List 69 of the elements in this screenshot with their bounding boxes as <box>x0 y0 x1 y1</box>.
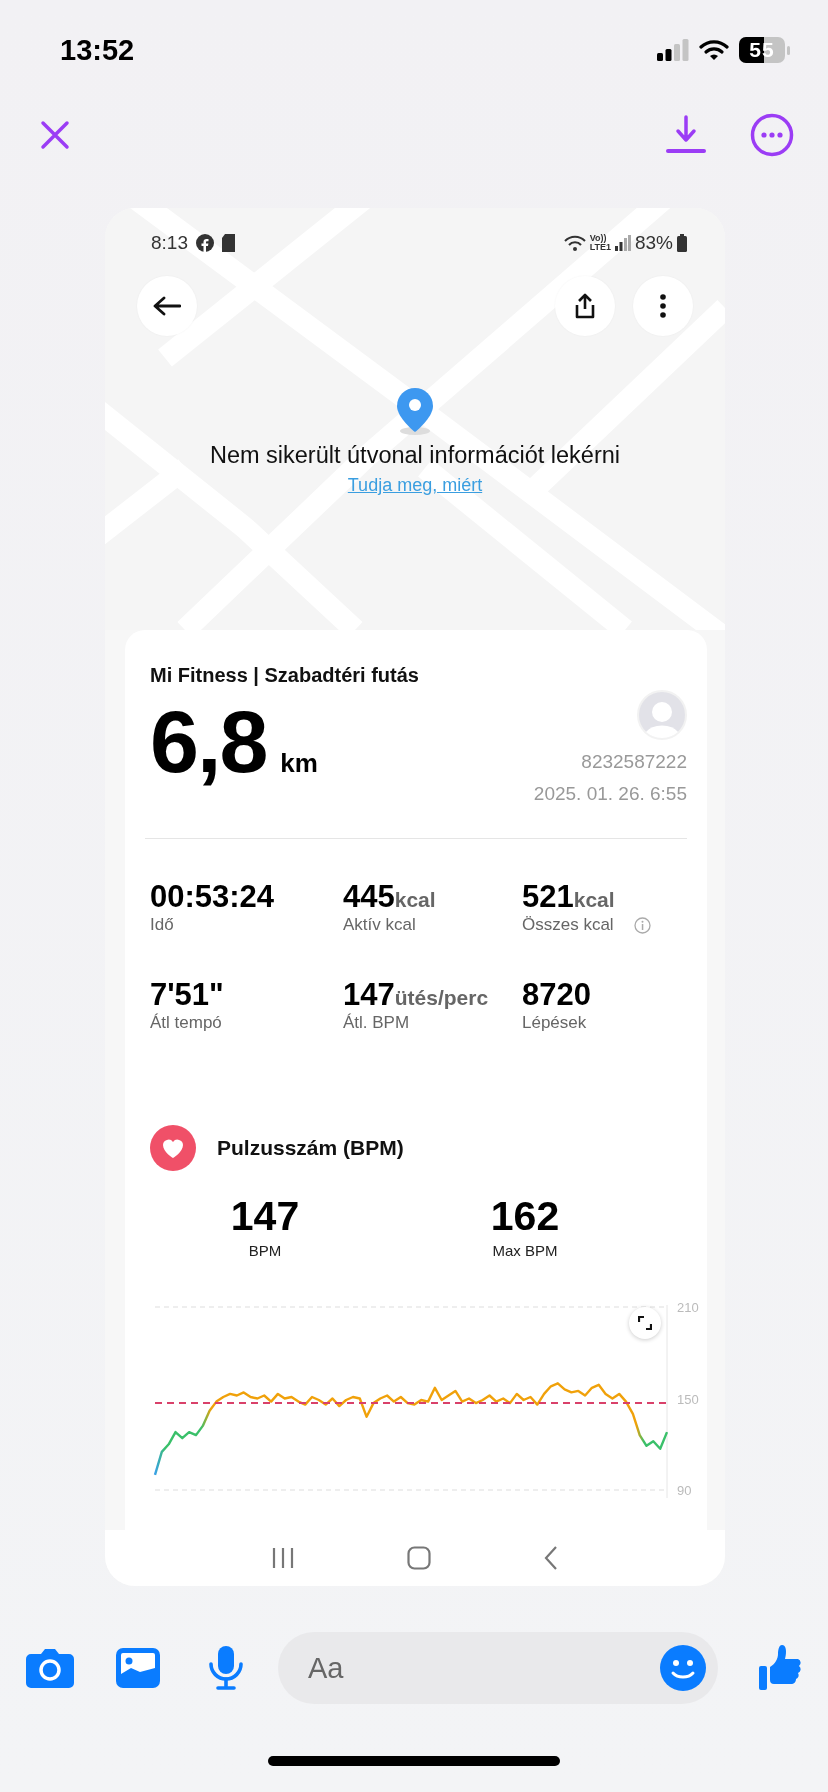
more-vertical-icon <box>660 294 666 318</box>
stat-label: Aktív kcal <box>343 915 416 935</box>
download-button[interactable] <box>666 115 706 155</box>
expand-button[interactable] <box>629 1307 661 1339</box>
recent-apps-icon[interactable] <box>271 1547 294 1569</box>
network-label: LTE1 <box>589 243 611 252</box>
stat-value: 8720 <box>522 977 591 1013</box>
info-icon[interactable] <box>633 916 651 934</box>
stat-value: 7'51" <box>150 977 224 1013</box>
stat-unit: kcal <box>394 888 436 912</box>
distance-unit: km <box>280 748 318 779</box>
camera-button[interactable] <box>26 1648 74 1688</box>
distance-value: 6,8 <box>150 691 267 793</box>
home-icon[interactable] <box>407 1546 431 1570</box>
stat-label: Átl. BPM <box>343 1013 410 1033</box>
emoji-icon[interactable] <box>660 1645 706 1691</box>
phone-time: 8:13 <box>151 232 188 254</box>
avatar-icon <box>637 690 687 740</box>
gallery-button[interactable] <box>116 1648 160 1688</box>
bpm-label: BPM <box>248 1242 282 1259</box>
thumbs-up-icon <box>758 1645 804 1691</box>
network-label: Vo)) <box>589 234 607 243</box>
stat-value: 445 <box>343 879 395 915</box>
axis-tick-label: 150 <box>677 1391 699 1407</box>
workout-date: 2025. 01. 26. 6:55 <box>533 782 687 806</box>
learn-why-link[interactable]: Tudja meg, miért <box>347 475 483 496</box>
stat-value: 521 <box>522 879 574 915</box>
status-time: 13:52 <box>60 33 135 67</box>
share-icon <box>573 293 597 319</box>
stat-value: 00:53:24 <box>150 879 275 915</box>
battery-icon <box>677 234 687 252</box>
stat-unit: ütés/perc <box>394 986 489 1010</box>
axis-tick-label: 90 <box>677 1483 692 1498</box>
stat-label: Idő <box>150 915 174 935</box>
stat-unit: kcal <box>573 888 615 912</box>
workout-title: Mi Fitness | Szabadtéri futás <box>150 664 419 686</box>
bpm-value: 147 <box>230 1193 300 1240</box>
user-id: 8232587222 <box>581 750 687 774</box>
download-icon <box>666 115 706 155</box>
stat-label: Összes kcal <box>522 915 614 935</box>
back-icon[interactable] <box>544 1546 559 1570</box>
facebook-icon <box>196 234 214 252</box>
close-icon <box>40 120 70 150</box>
battery-cap-icon <box>787 45 790 55</box>
route-error-message: Nem sikerült útvonal információt lekérni <box>209 442 621 469</box>
heart-rate-title: Pulzusszám (BPM) <box>217 1136 404 1160</box>
stat-value: 147 <box>343 977 395 1013</box>
image-icon <box>116 1648 160 1688</box>
microphone-button[interactable] <box>208 1646 244 1690</box>
axis-tick-label: 210 <box>677 1300 699 1315</box>
close-button[interactable] <box>40 120 70 150</box>
microphone-icon <box>208 1646 244 1690</box>
back-arrow-icon <box>153 296 181 316</box>
location-pin-icon <box>395 386 435 436</box>
stat-label: Lépések <box>522 1013 587 1033</box>
signal-icon <box>657 39 689 61</box>
signal-icon <box>614 235 631 251</box>
wifi-icon <box>563 235 586 251</box>
bpm-label: Max BPM <box>492 1242 558 1259</box>
like-button[interactable] <box>758 1645 804 1691</box>
camera-icon <box>26 1648 74 1688</box>
phone-battery-percent: 83% <box>634 232 673 254</box>
expand-icon <box>638 1316 652 1330</box>
wifi-icon <box>699 39 729 61</box>
message-field[interactable]: Aa <box>278 1632 718 1704</box>
bpm-value: 162 <box>490 1193 560 1240</box>
more-icon <box>750 113 794 157</box>
more-button[interactable] <box>750 113 794 157</box>
stat-label: Átl tempó <box>150 1013 222 1033</box>
